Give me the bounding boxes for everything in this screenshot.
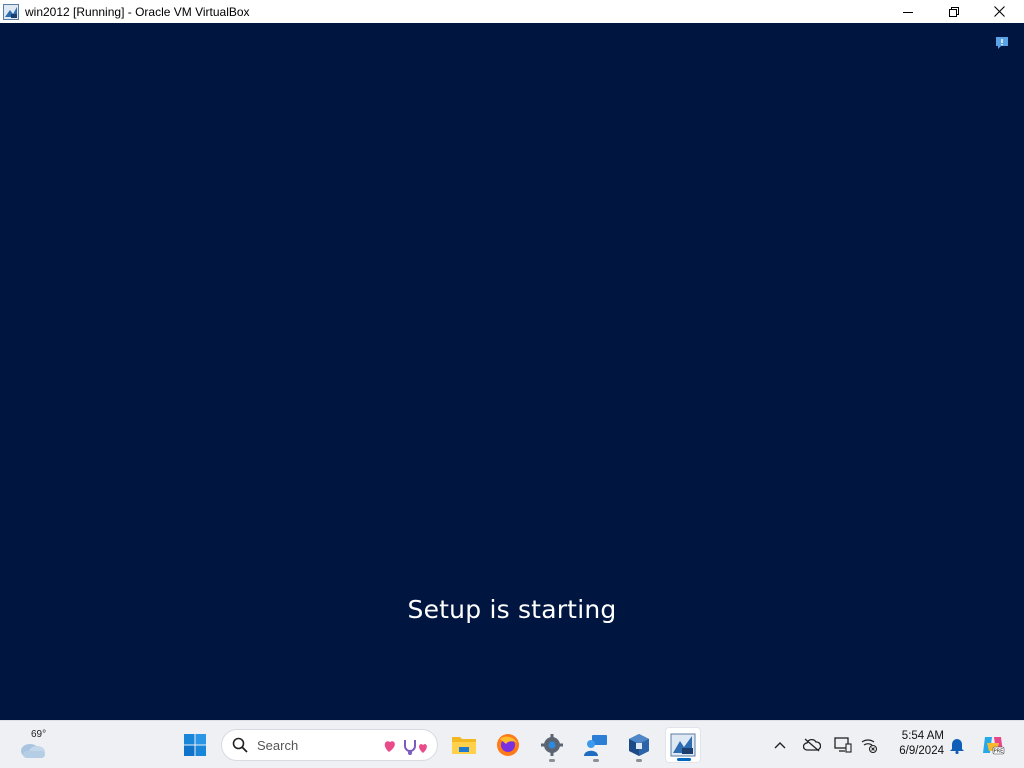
close-icon: [993, 6, 1005, 17]
firefox-icon: [497, 734, 519, 756]
weather-widget[interactable]: 69°: [18, 727, 54, 763]
window-titlebar[interactable]: win2012 [Running] - Oracle VM VirtualBox: [0, 0, 1024, 23]
start-button[interactable]: [177, 727, 213, 763]
onedrive-status[interactable]: [802, 735, 822, 755]
copilot-button[interactable]: PRE: [981, 733, 1005, 757]
monitor-icon: [834, 737, 852, 753]
taskbar-clock[interactable]: 5:54 AM 6/9/2024: [888, 729, 944, 759]
vm-window-icon: [670, 733, 696, 757]
taskbar-settings[interactable]: [534, 727, 570, 763]
minimize-button[interactable]: [885, 0, 931, 23]
taskbar-win2012-vm[interactable]: [665, 727, 701, 763]
search-icon: [232, 737, 248, 753]
network-disconnected-icon: [861, 739, 878, 753]
restore-icon: [949, 6, 959, 17]
running-indicator: [636, 759, 642, 762]
active-window-indicator: [677, 758, 691, 761]
close-button[interactable]: [976, 0, 1022, 23]
clock-time: 5:54 AM: [901, 730, 944, 742]
display-tray-icon[interactable]: [833, 735, 853, 755]
clock-date: 6/9/2024: [899, 745, 944, 757]
window-title: win2012 [Running] - Oracle VM VirtualBox: [25, 4, 250, 19]
virtualbox-icon: [629, 734, 649, 756]
taskbar-remote-desktop[interactable]: [578, 727, 614, 763]
folder-icon: [452, 737, 476, 754]
running-indicator: [549, 759, 555, 762]
bell-icon: [950, 739, 964, 754]
gear-icon: [541, 734, 563, 756]
cloud-offline-icon: [803, 738, 821, 752]
network-tray-icon[interactable]: [859, 735, 879, 755]
taskbar: 69° Search 5:54 AM 6/9/2024 PRE: [0, 720, 1024, 768]
notifications-button[interactable]: [947, 735, 967, 755]
setup-status-text: Setup is starting: [407, 595, 617, 624]
chevron-up-icon: [774, 742, 786, 749]
minimize-icon: [903, 11, 913, 13]
windows-start-icon: [184, 734, 206, 756]
taskbar-search[interactable]: Search: [221, 729, 438, 761]
taskbar-firefox[interactable]: [490, 727, 526, 763]
cloud-icon: [21, 744, 45, 758]
restore-button[interactable]: [931, 0, 977, 23]
weather-temperature: 69°: [31, 729, 47, 740]
search-highlight-icon: [384, 740, 427, 755]
copilot-icon: PRE: [983, 737, 1005, 755]
running-indicator: [593, 759, 599, 762]
feedback-icon[interactable]: [994, 35, 1010, 51]
remote-desktop-icon: [584, 735, 607, 756]
show-hidden-icons-button[interactable]: [770, 735, 790, 755]
virtualbox-vm-icon: [3, 3, 19, 20]
taskbar-virtualbox[interactable]: [621, 727, 657, 763]
taskbar-file-explorer[interactable]: [446, 727, 482, 763]
svg-text:PRE: PRE: [994, 749, 1004, 755]
vm-display[interactable]: Setup is starting: [0, 23, 1024, 720]
search-placeholder: Search: [257, 737, 299, 753]
